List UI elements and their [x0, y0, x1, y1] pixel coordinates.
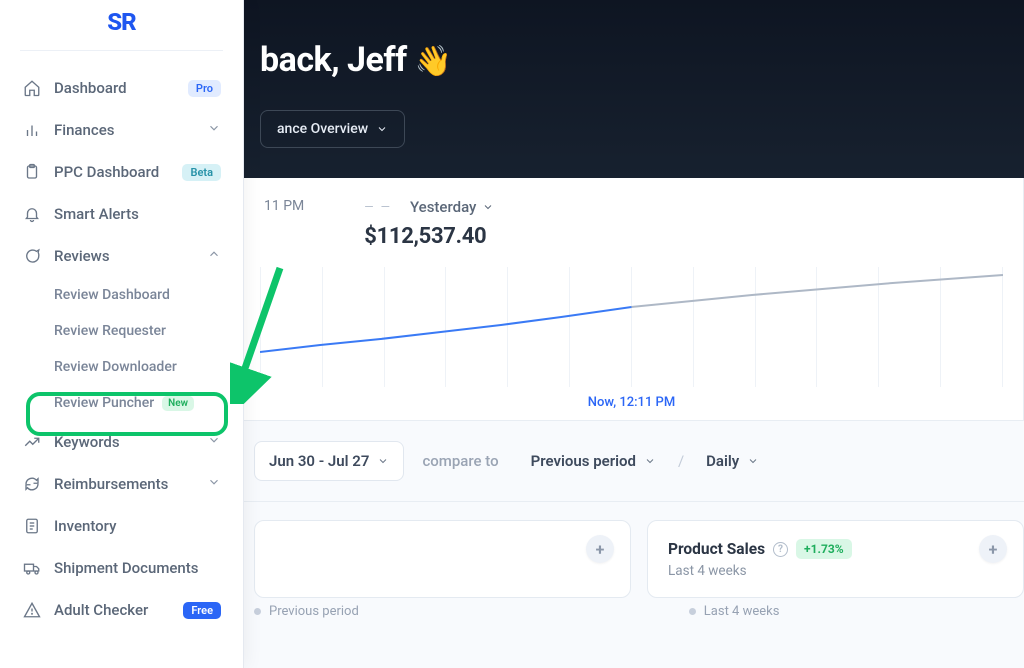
- logo-area: SR: [20, 0, 223, 51]
- home-icon: [22, 78, 42, 98]
- legend-row: Previous period Last 4 weeks: [244, 598, 1024, 619]
- sidebar-item-label: Reviews: [54, 247, 207, 265]
- sidebar-item-label: Dashboard: [54, 79, 180, 97]
- legend-label: Previous period: [269, 604, 359, 619]
- chart-area: [260, 267, 1003, 387]
- previous-period-dropdown[interactable]: Previous period: [517, 442, 670, 480]
- sidebar-item-reviews[interactable]: Reviews: [10, 235, 233, 277]
- sidebar-item-dashboard[interactable]: Dashboard Pro: [10, 67, 233, 109]
- legend-label: Last 4 weeks: [704, 604, 780, 619]
- yesterday-label: Yesterday: [410, 198, 476, 216]
- chevron-up-icon: [207, 247, 221, 265]
- reviews-sub-items: Review Dashboard Review Requester Review…: [10, 277, 233, 421]
- badge-beta: Beta: [182, 164, 221, 181]
- sidebar-item-keywords[interactable]: Keywords: [10, 421, 233, 463]
- card-product-sales: Product Sales ? +1.73% Last 4 weeks +: [647, 520, 1024, 598]
- wave-emoji-icon: 👋: [415, 44, 452, 79]
- sub-item-label: Review Puncher: [54, 395, 154, 411]
- cards-row: + Product Sales ? +1.73% Last 4 weeks +: [244, 502, 1024, 598]
- badge-free: Free: [183, 602, 221, 619]
- chevron-down-icon: [377, 455, 389, 467]
- card-blank: +: [254, 520, 631, 598]
- previous-period-label: Previous period: [531, 452, 636, 470]
- bar-chart-icon: [22, 120, 42, 140]
- interval-dropdown[interactable]: Daily: [692, 442, 773, 480]
- overview-label: ance Overview: [277, 121, 368, 137]
- sidebar-item-reimbursements[interactable]: Reimbursements: [10, 463, 233, 505]
- bell-icon: [22, 204, 42, 224]
- slash-divider: /: [674, 452, 688, 470]
- sub-item-review-downloader[interactable]: Review Downloader: [54, 349, 233, 385]
- refresh-icon: [22, 474, 42, 494]
- chevron-down-icon: [207, 433, 221, 451]
- document-icon: [22, 516, 42, 536]
- card-title: Product Sales: [668, 540, 765, 558]
- sidebar-item-label: Adult Checker: [54, 601, 175, 619]
- sidebar-item-smart-alerts[interactable]: Smart Alerts: [10, 193, 233, 235]
- legend-previous: Previous period: [254, 604, 359, 619]
- sidebar-item-finances[interactable]: Finances: [10, 109, 233, 151]
- chat-icon: [22, 246, 42, 266]
- add-card-button[interactable]: +: [586, 535, 614, 563]
- title-text: back, Jeff: [260, 40, 407, 80]
- sidebar-item-label: Shipment Documents: [54, 559, 221, 577]
- sub-item-review-puncher[interactable]: Review Puncher New: [54, 385, 233, 421]
- chevron-down-icon: [376, 123, 388, 135]
- compare-label: compare to: [408, 442, 512, 480]
- page-title: back, Jeff 👋: [260, 40, 984, 80]
- sidebar-item-label: Keywords: [54, 433, 207, 451]
- sidebar-item-label: Reimbursements: [54, 475, 207, 493]
- chevron-down-icon: [644, 455, 656, 467]
- chart-time-label: 11 PM: [264, 198, 304, 214]
- logo: SR: [107, 8, 135, 36]
- card-subtitle: Last 4 weeks: [668, 563, 1003, 579]
- sub-item-review-requester[interactable]: Review Requester: [54, 313, 233, 349]
- chart-amount: $112,537.40: [364, 224, 494, 249]
- legend-last4: Last 4 weeks: [689, 604, 780, 619]
- overview-dropdown[interactable]: ance Overview: [260, 110, 405, 148]
- sidebar-item-shipment-documents[interactable]: Shipment Documents: [10, 547, 233, 589]
- sidebar-item-adult-checker[interactable]: Adult Checker Free: [10, 589, 233, 631]
- trend-icon: [22, 432, 42, 452]
- main: back, Jeff 👋 ance Overview 11 PM — — Yes…: [244, 0, 1024, 668]
- warning-icon: [22, 600, 42, 620]
- dash-icon: — —: [364, 200, 392, 214]
- clipboard-icon: [22, 162, 42, 182]
- legend-dot-icon: [254, 608, 261, 615]
- sidebar-item-label: Smart Alerts: [54, 205, 221, 223]
- sidebar-item-label: Inventory: [54, 517, 221, 535]
- chart-section: 11 PM — — Yesterday $112,537.40: [244, 178, 1024, 421]
- sidebar-item-label: PPC Dashboard: [54, 163, 174, 181]
- filter-bar: Jun 30 - Jul 27 compare to Previous peri…: [244, 421, 1024, 502]
- legend-dot-icon: [689, 608, 696, 615]
- nav: Dashboard Pro Finances PPC Dashboard Bet…: [0, 51, 243, 631]
- chevron-down-icon: [207, 475, 221, 493]
- chart-plot: [260, 267, 1003, 387]
- sub-item-review-dashboard[interactable]: Review Dashboard: [54, 277, 233, 313]
- date-range-picker[interactable]: Jun 30 - Jul 27: [254, 441, 404, 481]
- pct-badge: +1.73%: [796, 539, 852, 559]
- chart-now-label: Now, 12:11 PM: [260, 395, 1003, 410]
- header: back, Jeff 👋 ance Overview: [244, 0, 1024, 178]
- badge-pro: Pro: [188, 80, 221, 97]
- sidebar-item-label: Finances: [54, 121, 207, 139]
- badge-new: New: [162, 396, 194, 411]
- date-range-label: Jun 30 - Jul 27: [269, 452, 369, 470]
- yesterday-dropdown[interactable]: Yesterday: [410, 198, 494, 216]
- add-card-button[interactable]: +: [979, 535, 1007, 563]
- truck-icon: [22, 558, 42, 578]
- interval-label: Daily: [706, 452, 739, 470]
- sidebar-item-ppc[interactable]: PPC Dashboard Beta: [10, 151, 233, 193]
- chevron-down-icon: [747, 455, 759, 467]
- sidebar-item-inventory[interactable]: Inventory: [10, 505, 233, 547]
- help-icon[interactable]: ?: [773, 542, 788, 557]
- chart-header: 11 PM — — Yesterday $112,537.40: [260, 198, 1003, 249]
- chevron-down-icon: [207, 121, 221, 139]
- chevron-down-icon: [482, 201, 494, 213]
- sidebar: SR Dashboard Pro Finances PPC Dashboard …: [0, 0, 244, 668]
